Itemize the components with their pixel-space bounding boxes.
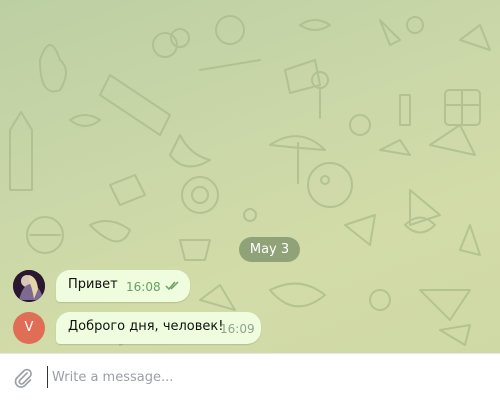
- avatar[interactable]: V: [13, 312, 45, 344]
- message-text: Привет: [68, 277, 118, 292]
- message-bubble[interactable]: Доброго дня, человек! 16:09: [56, 312, 261, 344]
- avatar[interactable]: [13, 270, 45, 302]
- paperclip-icon[interactable]: [12, 367, 34, 389]
- message-row: V Доброго дня, человек! 16:09: [0, 310, 500, 346]
- message-time: 16:08: [126, 280, 161, 294]
- date-separator: May 3: [239, 237, 300, 262]
- message-text: Доброго дня, человек!: [68, 319, 224, 334]
- message-bubble[interactable]: Привет 16:08: [56, 270, 190, 302]
- avatar-photo-image: [13, 270, 45, 302]
- message-input[interactable]: [47, 366, 472, 388]
- double-check-icon: [165, 281, 179, 291]
- message-composer: [0, 353, 500, 401]
- message-time: 16:09: [220, 322, 255, 336]
- chat-background: May 3 Привет 16:08 V Доброго дня, челове…: [0, 0, 500, 353]
- message-row: Привет 16:08: [0, 268, 500, 304]
